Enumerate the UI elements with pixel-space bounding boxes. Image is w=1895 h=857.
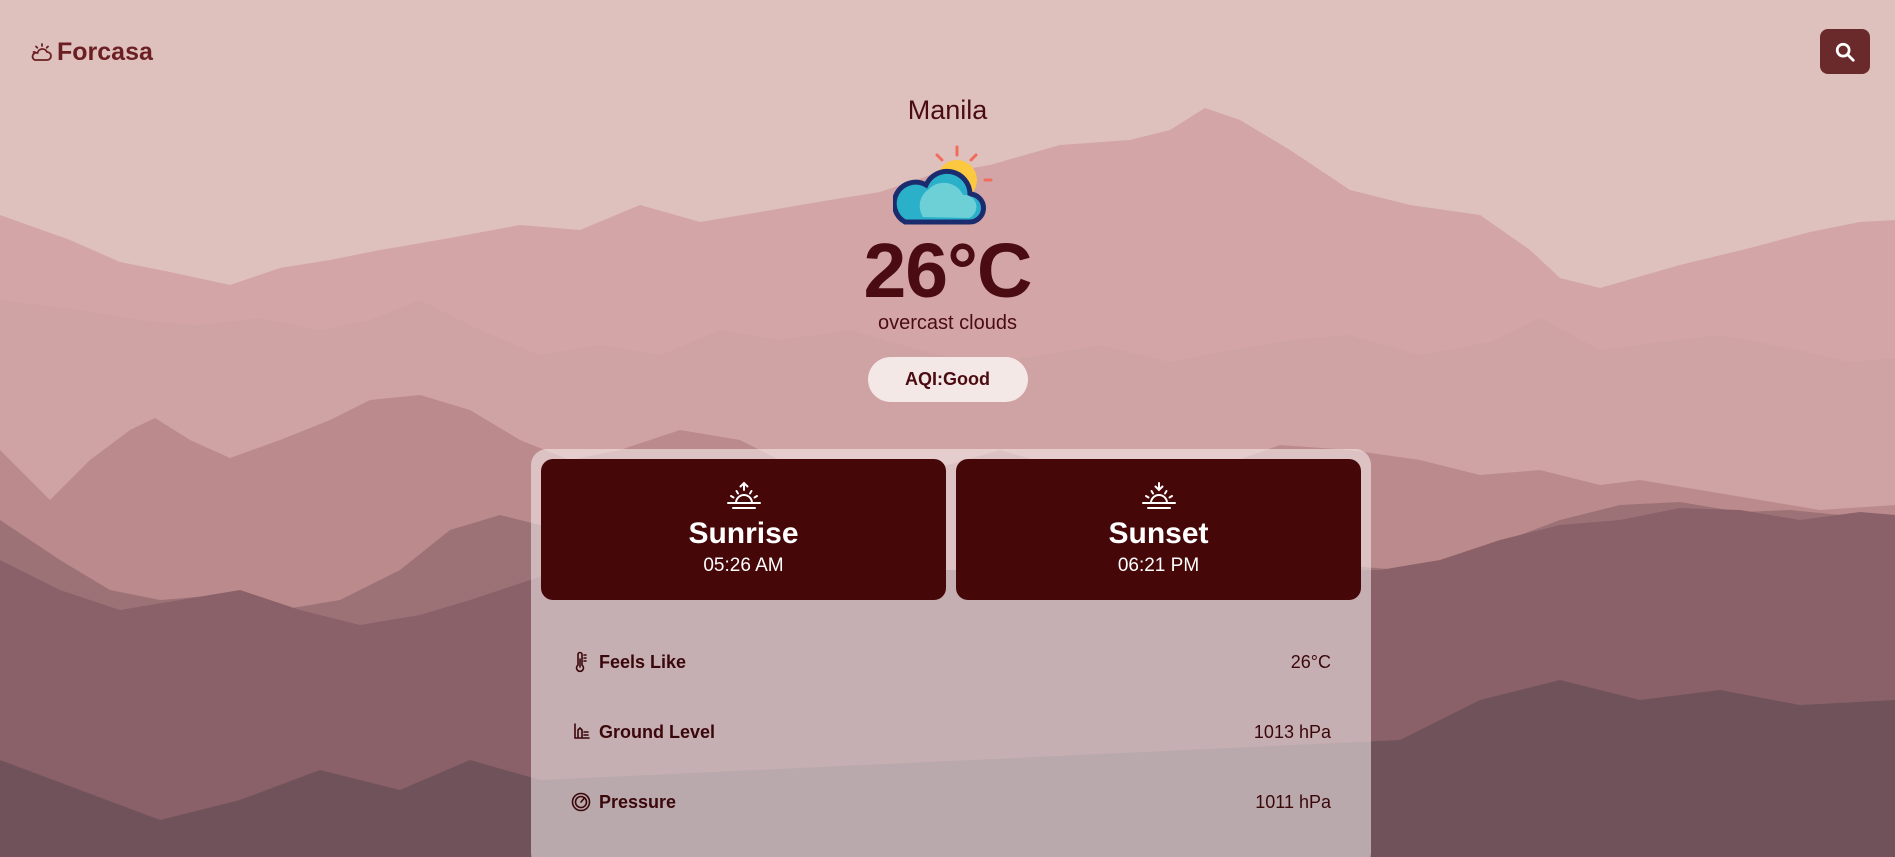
- sunrise-icon: [726, 481, 761, 509]
- sunrise-label: Sunrise: [688, 517, 799, 550]
- gauge-icon: [571, 792, 591, 812]
- city-name: Manila: [907, 95, 988, 125]
- thermometer-icon: [575, 651, 587, 673]
- weather-description: overcast clouds: [878, 312, 1017, 334]
- detail-value: 26°C: [1290, 651, 1331, 672]
- detail-label: Pressure: [599, 791, 677, 812]
- search-icon: [1835, 42, 1855, 62]
- app-logo[interactable]: Forcasa: [30, 38, 153, 67]
- sunset-time: 06:21 PM: [1117, 555, 1200, 576]
- detail-value: 1013 hPa: [1253, 721, 1331, 742]
- header: Forcasa: [0, 0, 1895, 106]
- partly-cloudy-icon: [892, 145, 992, 225]
- sunrise-time: 05:26 AM: [703, 555, 784, 576]
- sunset-card: Sunset 06:21 PM: [956, 459, 1361, 600]
- aqi-button[interactable]: AQI:Good: [867, 357, 1028, 402]
- current-weather: Manila 26°C overcast clouds AQI:Good: [0, 95, 1895, 402]
- detail-row-ground-level: Ground Level 1013 hPa: [571, 717, 1331, 747]
- detail-value: 1011 hPa: [1255, 791, 1331, 812]
- detail-label: Ground Level: [599, 721, 716, 742]
- details-panel: Sunrise 05:26 AM Sunset 06:21 PM Feels L…: [531, 449, 1371, 857]
- detail-row-pressure: Pressure 1011 hPa: [571, 787, 1331, 817]
- cloud-sun-icon: [31, 42, 52, 61]
- detail-label: Feels Like: [599, 651, 687, 672]
- sunset-label: Sunset: [1108, 517, 1209, 550]
- temperature: 26°C: [863, 228, 1032, 314]
- app-name: Forcasa: [57, 38, 153, 66]
- sunrise-card: Sunrise 05:26 AM: [541, 459, 946, 600]
- ground-level-icon: [574, 723, 590, 739]
- sunset-icon: [1141, 482, 1176, 509]
- detail-row-feels-like: Feels Like 26°C: [571, 647, 1331, 677]
- search-button[interactable]: [1820, 29, 1870, 74]
